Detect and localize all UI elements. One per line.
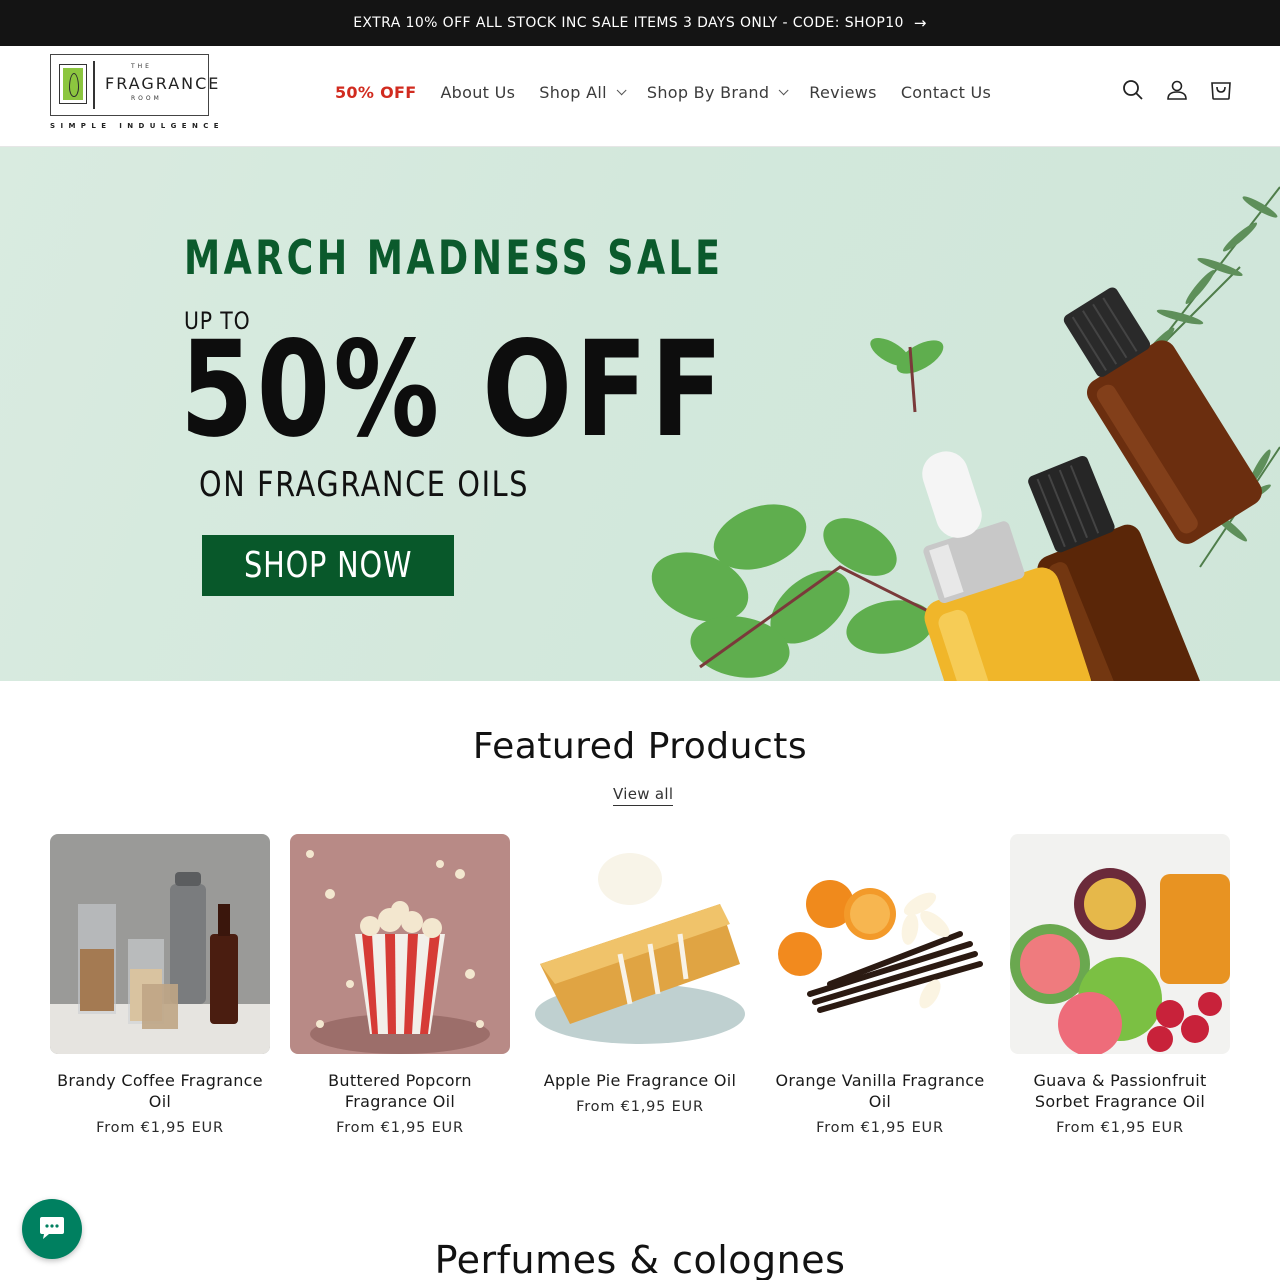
shop-now-label: SHOP NOW (243, 545, 413, 586)
orange-vanilla-image[interactable] (770, 834, 990, 1054)
nav-item-shop-all[interactable]: Shop All (527, 83, 635, 102)
header-icons (1122, 78, 1232, 102)
leaf-logo-icon (59, 64, 87, 104)
nav-item-about[interactable]: About Us (428, 83, 527, 102)
product-card[interactable]: Guava & Passionfruit Sorbet Fragrance Oi… (1010, 834, 1230, 1136)
site-logo[interactable]: THE FRAGRANCE ROOM SIMPLE INDULGENCE (50, 54, 219, 134)
logo-frame: THE FRAGRANCE ROOM (50, 54, 218, 116)
logo-the: THE (131, 63, 152, 70)
buttered-popcorn-image[interactable] (290, 834, 510, 1054)
nav-label: Reviews (809, 82, 877, 102)
guava-passionfruit-image[interactable] (1010, 834, 1230, 1054)
chat-icon (40, 1217, 64, 1239)
chevron-down-icon (778, 84, 789, 95)
account-icon[interactable] (1166, 78, 1188, 102)
product-name[interactable]: Apple Pie Fragrance Oil (530, 1070, 750, 1091)
brandy-coffee-image[interactable] (50, 834, 270, 1054)
nav-item-contact[interactable]: Contact Us (889, 83, 1003, 102)
product-card[interactable]: Orange Vanilla Fragrance Oil From €1,95 … (770, 834, 990, 1136)
logo-divider (93, 61, 95, 109)
essential-oils-image (651, 186, 1280, 681)
nav-item-reviews[interactable]: Reviews (797, 83, 889, 102)
nav-item-sale[interactable]: 50% OFF (323, 83, 428, 102)
product-price: From €1,95 EUR (816, 1120, 944, 1136)
product-price: From €1,95 EUR (336, 1120, 464, 1136)
nav-label: 50% OFF (335, 82, 417, 102)
announcement-text: EXTRA 10% OFF ALL STOCK INC SALE ITEMS 3… (353, 15, 904, 31)
nav-label: About Us (440, 82, 516, 102)
search-icon[interactable] (1122, 78, 1144, 102)
logo-room: ROOM (131, 95, 162, 102)
product-price: From €1,95 EUR (96, 1120, 224, 1136)
arrow-right-icon: → (913, 14, 927, 32)
nav-label: Shop All (539, 82, 607, 102)
product-card[interactable]: Apple Pie Fragrance Oil From €1,95 EUR (530, 834, 750, 1136)
product-name[interactable]: Guava & Passionfruit Sorbet Fragrance Oi… (1010, 1070, 1230, 1112)
perfumes-section-title: Perfumes & colognes (434, 1238, 846, 1280)
product-name[interactable]: Orange Vanilla Fragrance Oil (770, 1070, 990, 1112)
cart-icon[interactable] (1210, 78, 1232, 102)
shop-now-button[interactable]: SHOP NOW (202, 535, 454, 596)
logo-name: FRAGRANCE (105, 74, 221, 93)
hero-banner[interactable]: MARCH MADNESS SALE UP TO 50% OFF ON FRAG… (0, 147, 1280, 681)
logo-tagline: SIMPLE INDULGENCE (50, 122, 224, 130)
nav-label: Contact Us (900, 82, 992, 102)
featured-products-title: Featured Products (472, 726, 808, 767)
hero-subheadline: ON FRAGRANCE OILS (199, 465, 530, 505)
product-price: From €1,95 EUR (1056, 1120, 1184, 1136)
site-header: THE FRAGRANCE ROOM SIMPLE INDULGENCE 50%… (0, 46, 1280, 147)
announcement-bar[interactable]: EXTRA 10% OFF ALL STOCK INC SALE ITEMS 3… (0, 0, 1280, 46)
chat-button[interactable] (22, 1199, 82, 1259)
product-name[interactable]: Buttered Popcorn Fragrance Oil (290, 1070, 510, 1112)
view-all-link[interactable]: View all (613, 785, 674, 806)
chevron-down-icon (616, 84, 627, 95)
product-name[interactable]: Brandy Coffee Fragrance Oil (50, 1070, 270, 1112)
product-card[interactable]: Brandy Coffee Fragrance Oil From €1,95 E… (50, 834, 270, 1136)
nav-label: Shop By Brand (646, 82, 770, 102)
main-nav: 50% OFF About Us Shop All Shop By Brand … (323, 46, 1003, 138)
product-grid: Brandy Coffee Fragrance Oil From €1,95 E… (50, 834, 1230, 1136)
product-card[interactable]: Buttered Popcorn Fragrance Oil From €1,9… (290, 834, 510, 1136)
nav-item-shop-by-brand[interactable]: Shop By Brand (635, 83, 797, 102)
product-price: From €1,95 EUR (576, 1099, 704, 1115)
apple-pie-image[interactable] (530, 834, 750, 1054)
